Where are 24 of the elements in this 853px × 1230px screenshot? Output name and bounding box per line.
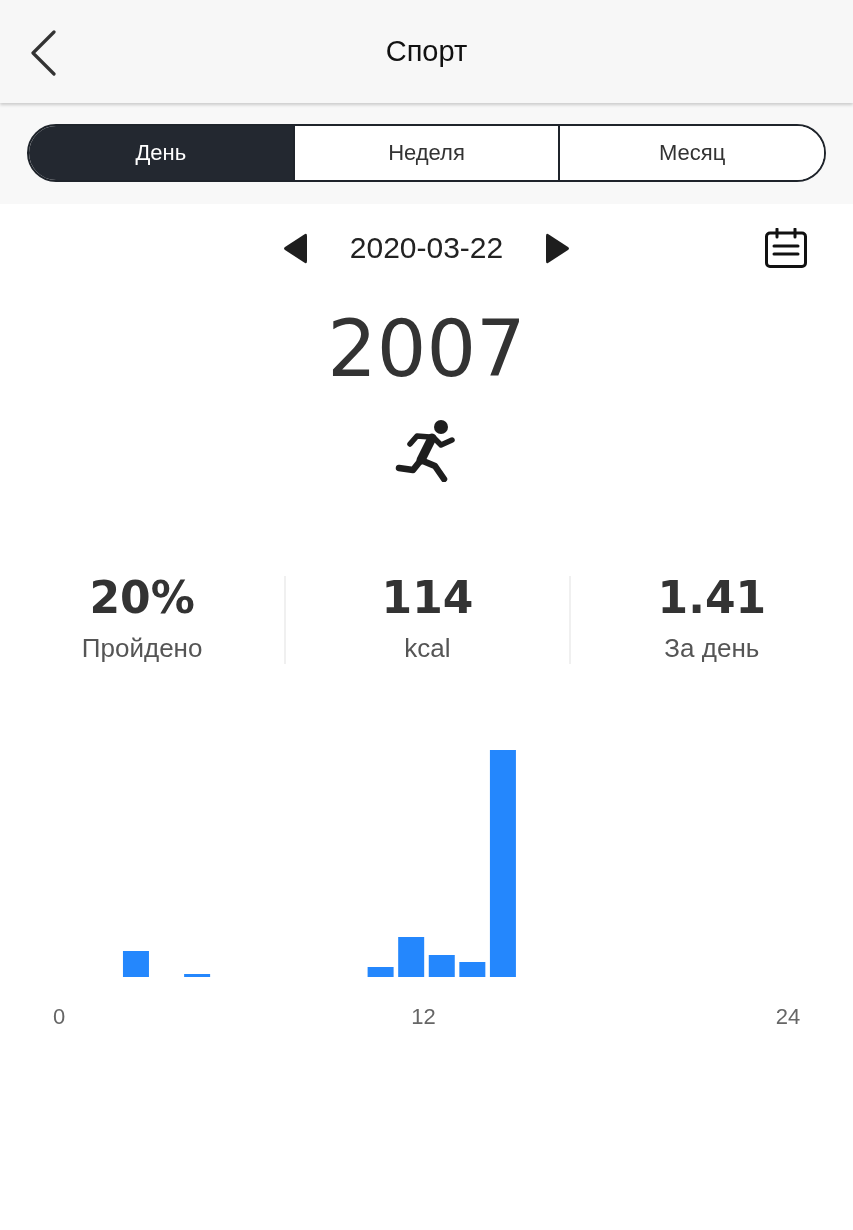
stat-value: 114	[381, 576, 474, 620]
chart-bar	[367, 967, 394, 977]
axis-label: 24	[775, 1004, 801, 1029]
tab[interactable]: День	[29, 126, 293, 180]
stat-value: 1.41	[657, 576, 767, 620]
calendar-icon[interactable]	[765, 228, 807, 268]
axis-label: 12	[411, 1004, 436, 1029]
date-text: 2020-03-22	[349, 231, 504, 265]
stat-value: 20%	[89, 576, 195, 620]
chart-bar	[398, 937, 425, 977]
tab[interactable]: Месяц	[558, 126, 824, 180]
page-title: Спорт	[385, 35, 468, 68]
chart-bar	[184, 974, 211, 977]
step-count: 2007	[327, 310, 526, 388]
chart-bar	[428, 955, 455, 977]
left-triangle-icon[interactable]	[282, 231, 307, 265]
right-triangle-icon[interactable]	[546, 231, 571, 265]
chart-bar	[122, 951, 149, 977]
stat-label: За день	[664, 633, 760, 665]
chart-bar	[459, 962, 486, 977]
stat-label: Пройдено	[81, 633, 203, 665]
stat-label: kcal	[404, 633, 451, 665]
axis-label: 0	[52, 1004, 66, 1029]
back-icon[interactable]	[30, 30, 56, 76]
